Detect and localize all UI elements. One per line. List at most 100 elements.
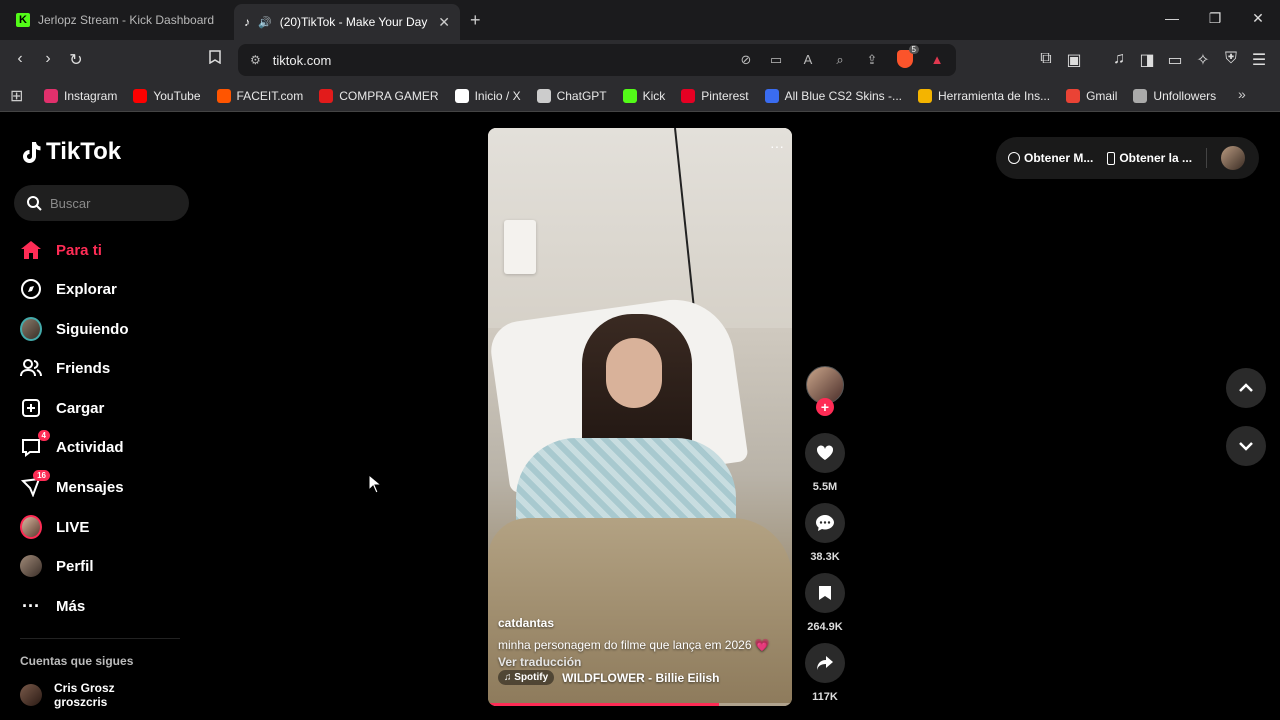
nav-explorar[interactable]: Explorar xyxy=(20,278,117,300)
bookmark-item[interactable]: Inicio / X xyxy=(454,88,521,103)
mouse-cursor-icon xyxy=(368,474,382,494)
vpn-shield-icon[interactable]: ⛨ xyxy=(1221,50,1241,68)
cast-icon[interactable]: ▭ xyxy=(767,52,785,68)
bookmark-item[interactable]: Gmail xyxy=(1066,88,1118,103)
follow-plus-icon[interactable]: + xyxy=(816,398,834,416)
media-icon[interactable]: ♫ xyxy=(1109,50,1129,68)
bookmark-icon[interactable] xyxy=(205,50,225,69)
apps-grid-icon[interactable]: ⊞ xyxy=(10,86,28,106)
share-action[interactable]: 117K xyxy=(805,643,845,703)
gmail-icon xyxy=(1066,88,1081,103)
brave-rewards-icon[interactable]: ▲ xyxy=(928,52,946,67)
heart-icon[interactable] xyxy=(805,433,845,473)
nav-mensajes[interactable]: 16 Mensajes xyxy=(20,470,124,498)
restore-icon[interactable]: ❐ xyxy=(1205,10,1225,27)
pill-divider xyxy=(1206,148,1208,168)
menu-icon[interactable]: ☰ xyxy=(1249,50,1269,70)
sidebar-icon[interactable]: ◨ xyxy=(1137,50,1157,70)
comment-action[interactable]: 38.3K xyxy=(805,503,845,563)
account-handle: groszcris xyxy=(54,695,108,709)
translate-icon[interactable]: A xyxy=(799,52,817,67)
bookmark-save-icon[interactable] xyxy=(805,573,845,613)
following-section-title: Cuentas que sigues xyxy=(20,654,134,668)
close-window-icon[interactable]: ✕ xyxy=(1248,10,1268,27)
next-video-button[interactable] xyxy=(1226,426,1266,466)
tab-tiktok[interactable]: ♪ 🔊 (20)TikTok - Make Your Day ✕ xyxy=(234,4,460,40)
nav-friends[interactable]: Friends xyxy=(20,357,110,379)
bookmark-item[interactable]: Instagram xyxy=(44,88,117,103)
brave-shields-icon[interactable]: 5 xyxy=(897,45,919,68)
wallet-icon[interactable]: ▭ xyxy=(1165,50,1185,70)
bookmark-item[interactable]: COMPRA GAMER xyxy=(319,88,439,103)
nav-cargar[interactable]: Cargar xyxy=(20,397,104,419)
new-tab-button[interactable]: + xyxy=(470,10,481,31)
nav-live[interactable]: LIVE xyxy=(20,515,89,539)
bookmark-item[interactable]: Herramienta de Ins... xyxy=(918,88,1050,103)
zoom-icon[interactable]: ⌕ xyxy=(831,52,849,68)
nav-mas[interactable]: ··· Más xyxy=(20,595,85,617)
shields-badge: 5 xyxy=(908,45,919,54)
search-box[interactable] xyxy=(14,185,189,221)
bookmark-item[interactable]: Pinterest xyxy=(681,88,749,103)
user-avatar[interactable] xyxy=(1221,146,1246,170)
video-caption: minha personagem do filme que lança em 2… xyxy=(498,638,770,652)
tab-kick-dashboard[interactable]: K Jerlopz Stream - Kick Dashboard xyxy=(6,6,232,34)
bookmarks-bar: ⊞ Instagram YouTube FACEIT.com COMPRA GAMER… xyxy=(0,80,1280,112)
previous-video-button[interactable] xyxy=(1226,368,1266,408)
close-tab-icon[interactable]: ✕ xyxy=(438,14,450,31)
bookmark-item[interactable]: Unfollowers xyxy=(1133,88,1216,103)
music-row[interactable]: ♫ Spotify WILDFLOWER - Billie Eilish xyxy=(498,670,720,685)
home-icon xyxy=(20,239,42,261)
share-icon[interactable]: ⇪ xyxy=(863,52,881,68)
tiktok-note-icon xyxy=(23,142,41,163)
back-icon[interactable]: ‹ xyxy=(10,50,30,68)
cast-off-icon[interactable]: ⊘ xyxy=(737,52,755,68)
instagram-icon xyxy=(44,88,58,103)
bookmark-label: Inicio / X xyxy=(474,88,521,103)
messages-icon: 16 xyxy=(20,470,50,498)
get-app-button[interactable]: Obtener M... xyxy=(1008,151,1093,165)
more-bookmarks-icon[interactable]: » xyxy=(1238,86,1246,102)
minimize-icon[interactable]: — xyxy=(1162,10,1182,26)
tab-search-icon[interactable]: ▣ xyxy=(1064,50,1084,70)
bookmark-item[interactable]: FACEIT.com xyxy=(216,88,303,103)
comment-icon[interactable] xyxy=(805,503,845,543)
video-player[interactable]: ··· catdantas minha personagem do filme … xyxy=(488,128,792,706)
nav-actividad[interactable]: 4 Actividad xyxy=(20,430,124,458)
extensions-icon[interactable]: ⧉ xyxy=(1036,50,1056,68)
bookmark-item[interactable]: YouTube xyxy=(133,88,201,103)
nav-label: Más xyxy=(56,597,86,615)
skins-icon xyxy=(764,88,779,103)
bookmark-label: Gmail xyxy=(1086,88,1118,103)
nav-label: Actividad xyxy=(56,438,124,456)
save-action[interactable]: 264.9K xyxy=(805,573,845,633)
activity-icon: 4 xyxy=(20,430,50,458)
video-more-icon[interactable]: ··· xyxy=(770,138,784,154)
share-arrow-icon[interactable] xyxy=(805,643,845,683)
nav-para-ti[interactable]: Para ti xyxy=(20,239,102,261)
bookmark-item[interactable]: ChatGPT xyxy=(536,88,607,103)
nav-siguiendo[interactable]: Siguiendo xyxy=(20,317,129,341)
nav-perfil[interactable]: Perfil xyxy=(20,555,94,577)
phone-icon xyxy=(1107,151,1116,165)
site-info-icon[interactable]: ⚙ xyxy=(250,53,261,67)
tiktok-logo[interactable]: TikTok xyxy=(20,138,121,166)
forward-icon[interactable]: › xyxy=(38,50,58,68)
get-desktop-button[interactable]: Obtener la ... xyxy=(1107,151,1192,165)
nav-label: Friends xyxy=(56,359,111,377)
like-action[interactable]: 5.5M xyxy=(805,433,845,493)
leo-ai-icon[interactable]: ✧ xyxy=(1193,50,1213,70)
top-right-actions: Obtener M... Obtener la ... xyxy=(996,137,1259,179)
translate-link[interactable]: Ver traducción xyxy=(498,655,581,669)
search-input[interactable] xyxy=(50,195,170,211)
speaker-icon[interactable]: 🔊 xyxy=(258,16,272,29)
progress-bar[interactable] xyxy=(488,703,720,706)
following-account[interactable]: Cris Grosz groszcris xyxy=(20,681,115,709)
reload-icon[interactable]: ↻ xyxy=(66,50,86,70)
bookmark-item[interactable]: All Blue CS2 Skins -... xyxy=(764,88,902,103)
video-author[interactable]: catdantas xyxy=(498,616,554,630)
bookmark-item[interactable]: Kick xyxy=(622,88,665,103)
chevron-up-icon xyxy=(1239,383,1253,392)
comment-count: 38.3K xyxy=(810,551,840,563)
spotify-badge[interactable]: ♫ Spotify xyxy=(498,670,555,685)
